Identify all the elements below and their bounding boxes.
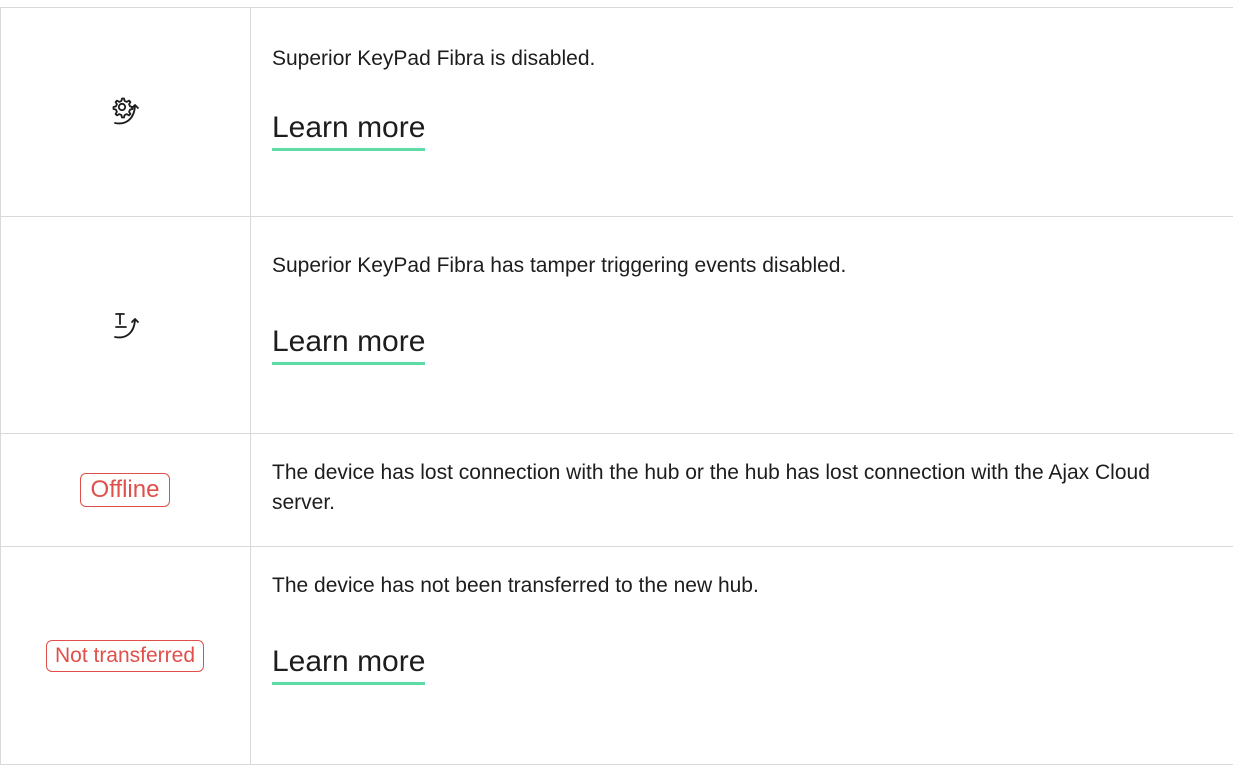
row-description: The device has not been transferred to t…	[272, 574, 759, 597]
status-badge-not-transferred: Not transferred	[45, 639, 205, 672]
icon-cell	[0, 8, 250, 216]
badge-cell: Not transferred	[0, 547, 250, 764]
table-row: Offline The device has lost connection w…	[0, 434, 1233, 547]
learn-more-link[interactable]: Learn more	[272, 110, 426, 151]
table-row: Not transferred The device has not been …	[0, 547, 1233, 765]
badge-cell: Offline	[0, 434, 250, 546]
table-row: Superior KeyPad Fibra has tamper trigger…	[0, 217, 1233, 434]
table-row: Superior KeyPad Fibra is disabled. Learn…	[0, 7, 1233, 217]
row-description: Superior KeyPad Fibra is disabled.	[272, 47, 596, 70]
tamper-arrow-icon	[105, 305, 145, 345]
gear-arrow-icon	[105, 92, 145, 132]
row-description: The device has lost connection with the …	[272, 461, 1150, 514]
icon-cell	[0, 217, 250, 433]
status-badge-offline: Offline	[79, 473, 171, 507]
status-table: Superior KeyPad Fibra is disabled. Learn…	[0, 7, 1233, 765]
row-description: Superior KeyPad Fibra has tamper trigger…	[272, 254, 847, 277]
learn-more-link[interactable]: Learn more	[272, 644, 426, 685]
learn-more-link[interactable]: Learn more	[272, 324, 426, 365]
